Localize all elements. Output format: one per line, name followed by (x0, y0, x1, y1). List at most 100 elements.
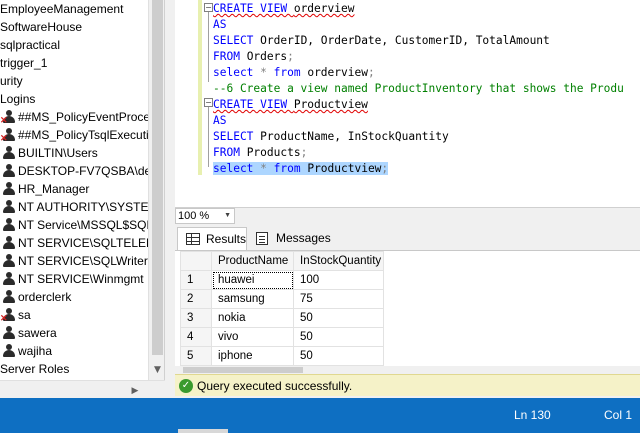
tree-item-label: trigger_1 (0, 56, 48, 70)
zoom-value: 100 % (178, 210, 210, 222)
tree-item[interactable]: NT AUTHORITY\SYSTEM (0, 198, 164, 216)
user-icon (2, 218, 16, 232)
code-line[interactable]: --6 Create a view named ProductInventory… (213, 81, 624, 97)
column-header[interactable]: ProductName (211, 251, 294, 271)
tree-item[interactable]: EmployeeManagement (0, 0, 164, 18)
tree-item-label: sqlpractical (0, 38, 61, 52)
explorer-horizontal-scrollbar[interactable]: ▶ (0, 380, 165, 400)
collapse-outline-icon[interactable]: − (204, 98, 213, 107)
code-line[interactable]: SELECT OrderID, OrderDate, CustomerID, T… (213, 33, 550, 49)
code-line[interactable]: FROM Orders; (213, 49, 294, 65)
code-line[interactable]: CREATE VIEW orderview (213, 1, 354, 17)
explorer-tree: EmployeeManagement SoftwareHouse sqlpracti… (0, 0, 164, 378)
table-row[interactable]: 2 samsung 75 (180, 289, 384, 309)
tree-item[interactable]: ✕ ##MS_PolicyTsqlExecutio (0, 126, 164, 144)
quantity-cell[interactable]: 100 (293, 270, 384, 290)
scroll-down-arrow-icon[interactable]: ▼ (149, 362, 164, 379)
user-icon (2, 164, 16, 178)
code-token: from (273, 66, 308, 79)
code-line[interactable]: FROM Products; (213, 145, 307, 161)
code-line[interactable]: AS (213, 113, 226, 129)
tree-item[interactable]: SoftwareHouse (0, 18, 164, 36)
code-token: CREATE VIEW (213, 98, 294, 111)
object-explorer: EmployeeManagement SoftwareHouse sqlpracti… (0, 0, 165, 380)
row-number[interactable]: 5 (180, 346, 212, 366)
selected-text: select * from Productview; (213, 162, 389, 175)
tree-item[interactable]: sqlpractical (0, 36, 164, 54)
code-token: orderview (293, 2, 355, 15)
disabled-user-icon: ✕ (0, 128, 16, 143)
grid-corner[interactable] (180, 251, 212, 271)
row-number[interactable]: 4 (180, 327, 212, 347)
tree-item[interactable]: orderclerk (0, 288, 164, 306)
tree-item[interactable]: sawera (0, 324, 164, 342)
tab-messages[interactable]: Messages (248, 227, 331, 250)
tree-item[interactable]: NT Service\MSSQL$SQLE (0, 216, 164, 234)
product-name-cell[interactable]: vivo (211, 327, 294, 347)
change-tracking-bar (198, 0, 202, 175)
code-text: FROM Products; (213, 146, 307, 159)
table-row[interactable]: 1 huawei 100 (180, 270, 384, 290)
code-text: SELECT ProductName, InStockQuantity (213, 130, 449, 143)
code-line[interactable]: AS (213, 17, 226, 33)
tree-item[interactable]: NT SERVICE\SQLWriter (0, 252, 164, 270)
code-line[interactable]: SELECT ProductName, InStockQuantity (213, 129, 449, 145)
editor-zoom-bar: 100 % ▼ (175, 207, 640, 224)
results-horizontal-scrollbar[interactable] (175, 366, 640, 374)
tree-item[interactable]: trigger_1 (0, 54, 164, 72)
tab-results[interactable]: Results (177, 227, 247, 250)
code-token: Productview (293, 98, 368, 111)
quantity-cell[interactable]: 75 (293, 289, 384, 309)
tree-item-label: NT SERVICE\Winmgmt (18, 272, 144, 286)
tree-item[interactable]: ✕ ##MS_PolicyEventProces (0, 108, 164, 126)
row-number[interactable]: 1 (180, 270, 212, 290)
code-text: FROM Orders; (213, 50, 294, 63)
query-editor[interactable]: − − CREATE VIEW orderview AS SELECT OrderI… (175, 0, 640, 207)
tree-item-label: ##MS_PolicyTsqlExecutio (18, 128, 156, 142)
table-row[interactable]: 5 iphone 50 (180, 346, 384, 366)
code-token: OrderID, OrderDate, CustomerID, TotalAmo… (260, 34, 550, 47)
tree-item-label: urity (0, 74, 23, 88)
tree-item[interactable]: urity (0, 72, 164, 90)
chevron-down-icon: ▼ (224, 212, 231, 219)
tree-item[interactable]: HR_Manager (0, 180, 164, 198)
quantity-cell[interactable]: 50 (293, 308, 384, 328)
tree-item-label: NT SERVICE\SQLWriter (18, 254, 148, 268)
code-text: CREATE VIEW orderview (213, 2, 354, 15)
results-scroll-thumb[interactable] (183, 367, 303, 373)
collapse-outline-icon[interactable]: − (204, 3, 213, 12)
tree-item[interactable]: ✕ sa (0, 306, 164, 324)
tree-item[interactable]: Server Roles (0, 360, 164, 378)
code-line[interactable]: select * from orderview; (213, 65, 375, 81)
explorer-vertical-scrollbar[interactable]: ▼ (148, 0, 164, 380)
row-number[interactable]: 2 (180, 289, 212, 309)
code-line[interactable]: CREATE VIEW Productview (213, 97, 368, 113)
quantity-cell[interactable]: 50 (293, 346, 384, 366)
row-number[interactable]: 3 (180, 308, 212, 328)
code-line[interactable]: select * from Productview; (213, 161, 389, 177)
tree-item[interactable]: wajiha (0, 342, 164, 360)
quantity-cell[interactable]: 50 (293, 327, 384, 347)
product-name-cell[interactable]: samsung (211, 289, 294, 309)
table-row[interactable]: 4 vivo 50 (180, 327, 384, 347)
column-header[interactable]: InStockQuantity (293, 251, 384, 271)
tree-item[interactable]: Logins (0, 90, 164, 108)
taskbar-marker (178, 429, 228, 433)
tree-item[interactable]: NT SERVICE\Winmgmt (0, 270, 164, 288)
code-token: ; (287, 50, 294, 63)
results-tabs: Results Messages (175, 224, 640, 250)
tab-results-label: Results (206, 232, 247, 246)
column-indicator: Col 1 (604, 408, 633, 422)
explorer-scroll-thumb[interactable] (152, 0, 163, 355)
zoom-dropdown[interactable]: 100 % ▼ (175, 208, 235, 224)
product-name-cell[interactable]: nokia (211, 308, 294, 328)
table-row[interactable]: 3 nokia 50 (180, 308, 384, 328)
code-token: * (260, 162, 274, 175)
tree-item[interactable]: NT SERVICE\SQLTELEME (0, 234, 164, 252)
product-name-cell[interactable]: huawei (211, 270, 294, 290)
product-name-cell[interactable]: iphone (211, 346, 294, 366)
tree-item[interactable]: DESKTOP-FV7QSBA\dell (0, 162, 164, 180)
tree-item-label: EmployeeManagement (0, 2, 124, 16)
code-token: SELECT (213, 34, 261, 47)
tree-item[interactable]: BUILTIN\Users (0, 144, 164, 162)
